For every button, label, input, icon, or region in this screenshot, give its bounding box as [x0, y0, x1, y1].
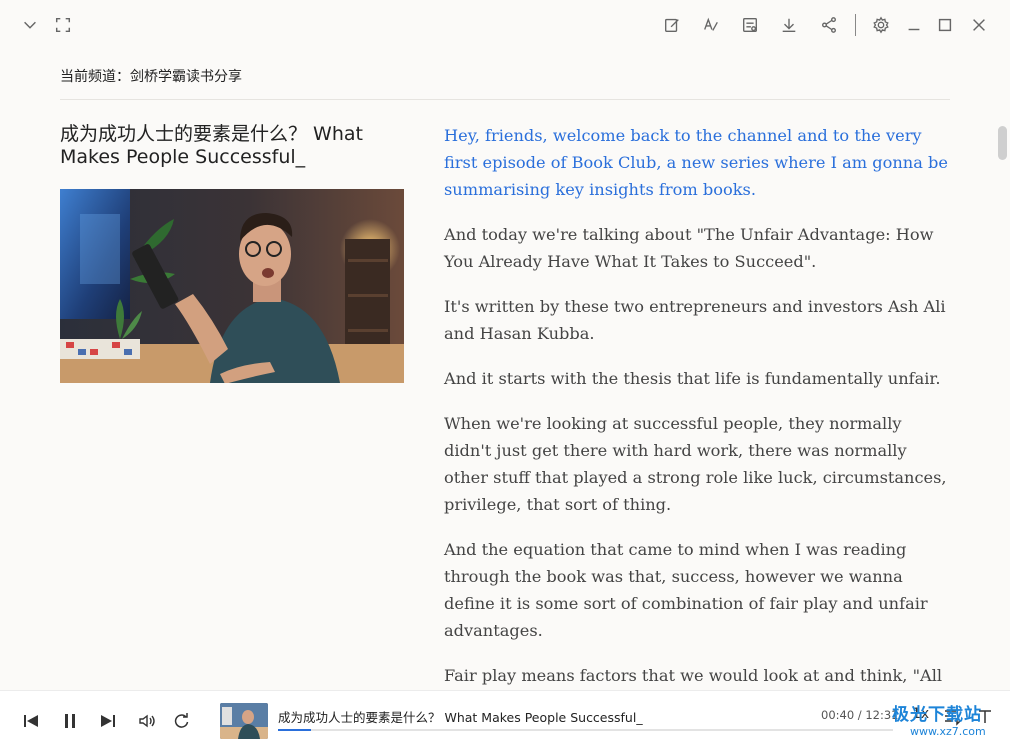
header-divider — [60, 99, 950, 100]
edit-icon[interactable] — [660, 13, 684, 37]
chevron-down-icon[interactable] — [18, 13, 42, 37]
transcript-line[interactable]: And the equation that came to mind when … — [444, 536, 949, 644]
translate-icon[interactable] — [699, 13, 723, 37]
repeat-icon[interactable] — [168, 708, 194, 734]
video-title: 成为成功人士的要素是什么？ What Makes People Successf… — [60, 123, 363, 168]
top-toolbar — [0, 0, 1010, 50]
transcript-panel: Hey, friends, welcome back to the channe… — [444, 122, 949, 707]
transcript-line[interactable]: Hey, friends, welcome back to the channe… — [444, 122, 949, 203]
previous-icon[interactable] — [18, 708, 44, 734]
playback-time: 00:40 / 12:31 — [821, 708, 899, 722]
transcript-line[interactable]: And today we're talking about "The Unfai… — [444, 221, 949, 275]
download-icon[interactable] — [777, 13, 801, 37]
toolbar-separator — [855, 14, 856, 36]
transcript-line[interactable]: It's written by these two entrepreneurs … — [444, 293, 949, 347]
share-icon[interactable] — [817, 13, 841, 37]
gear-icon[interactable] — [869, 13, 893, 37]
progress-fill — [278, 729, 311, 731]
channel-label: 当前频道：剑桥学霸读书分享 — [60, 69, 242, 85]
minimize-icon[interactable] — [902, 13, 926, 37]
now-playing-title: 成为成功人士的要素是什么？ What Makes People Successf… — [278, 710, 643, 725]
scrollbar-thumb[interactable] — [998, 126, 1007, 160]
close-icon[interactable] — [967, 13, 991, 37]
maximize-icon[interactable] — [933, 13, 957, 37]
transcript-line[interactable]: Fair play means factors that we would lo… — [444, 662, 949, 689]
transcript-line[interactable]: And it starts with the thesis that life … — [444, 365, 949, 392]
transcript-line[interactable]: When we're looking at successful people,… — [444, 410, 949, 518]
playlist-icon[interactable] — [942, 706, 962, 726]
document-icon[interactable] — [738, 13, 762, 37]
fullscreen-icon[interactable] — [51, 13, 75, 37]
video-thumbnail[interactable] — [60, 189, 404, 383]
progress-bar[interactable] — [278, 729, 893, 731]
speed-button[interactable]: 1x — [912, 706, 929, 722]
player-bar: 成为成功人士的要素是什么？ What Makes People Successf… — [0, 690, 1010, 750]
subtitle-icon[interactable] — [975, 706, 995, 726]
thumbnail-illustration — [60, 189, 404, 383]
volume-icon[interactable] — [134, 708, 160, 734]
next-icon[interactable] — [95, 708, 121, 734]
now-playing-thumbnail[interactable] — [220, 703, 268, 739]
pause-icon[interactable] — [57, 708, 83, 734]
